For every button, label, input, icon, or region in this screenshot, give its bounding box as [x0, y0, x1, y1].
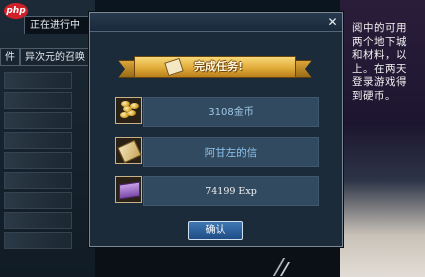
banner-title: 完成任务!	[194, 60, 244, 73]
background-tab-2[interactable]: 异次元的召唤	[20, 48, 90, 66]
list-item[interactable]	[4, 112, 72, 129]
quest-in-progress-tab[interactable]: 正在进行中	[24, 16, 90, 34]
reward-gold-label: 3108金币	[208, 107, 254, 118]
book-icon	[115, 176, 142, 203]
background-description-text: 阅中的可用两个地下城和材料，以上。在两天登录游戏得到硬币。	[352, 22, 407, 102]
reward-row-gold: 3108金币	[102, 97, 324, 129]
background-tabs: 件 异次元的召唤	[0, 48, 95, 66]
list-item[interactable]	[4, 152, 72, 169]
list-item[interactable]	[4, 132, 72, 149]
letter-icon[interactable]	[115, 137, 142, 164]
reward-item-label: 阿甘左的信	[204, 147, 258, 159]
list-item[interactable]	[4, 92, 72, 109]
list-item[interactable]	[4, 72, 72, 89]
reward-panel: 阿甘左的信	[143, 137, 319, 167]
background-bottom-strip	[95, 248, 340, 277]
list-item[interactable]	[4, 232, 72, 249]
gold-coins-icon	[115, 97, 142, 124]
list-item[interactable]	[4, 212, 72, 229]
list-item[interactable]	[4, 192, 72, 209]
background-quest-list	[0, 72, 90, 252]
reward-row-exp: 74199 Exp	[102, 176, 324, 208]
reward-panel: 74199 Exp	[143, 176, 319, 206]
reward-exp-label: 74199 Exp	[205, 186, 257, 197]
dialog-titlebar: ✕	[90, 13, 342, 32]
list-item[interactable]	[4, 172, 72, 189]
reward-row-item: 阿甘左的信	[102, 137, 324, 169]
background-tab-1[interactable]: 件	[0, 48, 20, 66]
confirm-button[interactable]: 确认	[188, 221, 243, 240]
quest-complete-banner: 完成任务!	[118, 53, 312, 81]
reward-panel: 3108金币	[143, 97, 319, 127]
close-icon[interactable]: ✕	[326, 16, 339, 28]
quest-complete-dialog: ✕ 完成任务! 3108金币 阿甘左的信 74199 Exp 确认	[89, 12, 343, 247]
